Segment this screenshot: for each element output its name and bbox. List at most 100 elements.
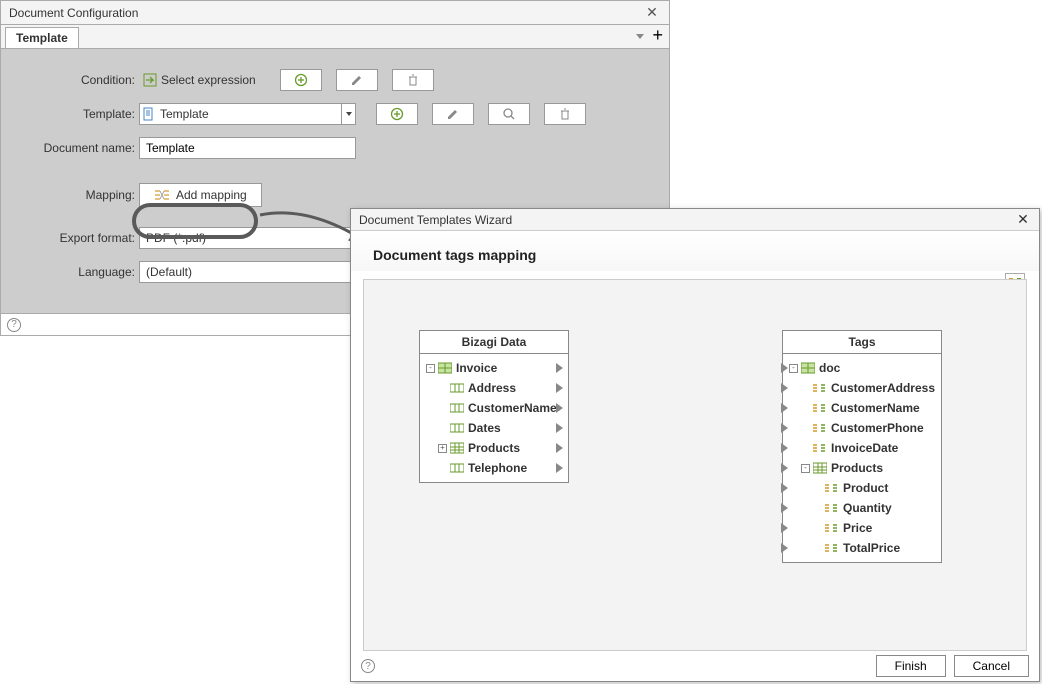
tree-node-telephone[interactable]: Telephone	[426, 458, 562, 478]
tags-panel: Tags - doc CustomerAddress CustomerName Cust…	[782, 330, 942, 563]
chevron-down-icon[interactable]	[341, 104, 355, 124]
expand-icon[interactable]: +	[438, 444, 447, 453]
close-icon[interactable]: ✕	[643, 4, 661, 21]
template-edit-button[interactable]	[432, 103, 474, 125]
connector-triangle-icon[interactable]	[556, 363, 563, 373]
connector-triangle-icon[interactable]	[556, 383, 563, 393]
bizagi-data-title: Bizagi Data	[420, 331, 568, 354]
tree-node-customerphone[interactable]: CustomerPhone	[789, 418, 935, 438]
tags-title: Tags	[783, 331, 941, 354]
tree-node-quantity[interactable]: Quantity	[789, 498, 935, 518]
tree-node-products[interactable]: -Products	[789, 458, 935, 478]
template-add-button[interactable]	[376, 103, 418, 125]
tree-node-label: Telephone	[468, 461, 527, 475]
tree-spacer	[438, 384, 447, 393]
trash-icon	[558, 107, 572, 121]
connector-triangle-icon[interactable]	[781, 543, 788, 553]
connector-triangle-icon[interactable]	[781, 483, 788, 493]
connector-triangle-icon[interactable]	[781, 383, 788, 393]
connector-triangle-icon[interactable]	[781, 503, 788, 513]
template-search-button[interactable]	[488, 103, 530, 125]
condition-add-button[interactable]	[280, 69, 322, 91]
tree-node-label: CustomerName	[831, 401, 920, 415]
select-expression-link[interactable]: Select expression	[139, 69, 260, 91]
field-icon	[450, 422, 464, 434]
collapse-icon[interactable]: -	[426, 364, 435, 373]
connector-triangle-icon[interactable]	[781, 403, 788, 413]
tree-node-address[interactable]: Address	[426, 378, 562, 398]
connector-triangle-icon[interactable]	[781, 523, 788, 533]
finish-button[interactable]: Finish	[876, 655, 946, 677]
tag-icon	[825, 542, 839, 554]
condition-edit-button[interactable]	[336, 69, 378, 91]
tree-node-invoice[interactable]: - Invoice	[426, 358, 562, 378]
tree-node-customername[interactable]: CustomerName	[789, 398, 935, 418]
tree-spacer	[813, 504, 822, 513]
plus-circle-icon	[294, 73, 308, 87]
tree-spacer	[813, 484, 822, 493]
label-export: Export format:	[9, 231, 139, 245]
tree-node-invoicedate[interactable]: InvoiceDate	[789, 438, 935, 458]
tree-spacer	[438, 424, 447, 433]
tree-spacer	[813, 524, 822, 533]
condition-delete-button[interactable]	[392, 69, 434, 91]
tab-menu-dropdown-icon[interactable]	[636, 34, 644, 39]
connector-triangle-icon[interactable]	[556, 403, 563, 413]
tree-node-products[interactable]: +Products	[426, 438, 562, 458]
tree-spacer	[813, 544, 822, 553]
collapse-icon[interactable]: -	[789, 364, 798, 373]
tree-spacer	[801, 404, 810, 413]
wizard-title: Document Templates Wizard	[359, 213, 512, 227]
tree-node-label: CustomerAddress	[831, 381, 935, 395]
doc-icon	[801, 362, 815, 374]
help-icon[interactable]: ?	[7, 318, 21, 332]
add-mapping-button[interactable]: Add mapping	[139, 183, 262, 207]
connector-triangle-icon[interactable]	[556, 463, 563, 473]
label-template: Template:	[9, 107, 139, 121]
template-delete-button[interactable]	[544, 103, 586, 125]
tree-node-doc[interactable]: - doc	[789, 358, 935, 378]
export-format-combo[interactable]: PDF (*.pdf)	[139, 227, 356, 249]
tree-node-label: InvoiceDate	[831, 441, 898, 455]
language-combo[interactable]: (Default)	[139, 261, 356, 283]
tree-node-product[interactable]: Product	[789, 478, 935, 498]
cancel-button[interactable]: Cancel	[954, 655, 1029, 677]
doc-icon	[438, 362, 452, 374]
connector-triangle-icon[interactable]	[781, 363, 788, 373]
plus-circle-icon	[390, 107, 404, 121]
label-condition: Condition:	[9, 73, 139, 87]
connector-triangle-icon[interactable]	[781, 423, 788, 433]
wizard-titlebar: Document Templates Wizard ✕	[351, 209, 1039, 231]
template-combo[interactable]: Template	[139, 103, 356, 125]
wizard-footer: ? Finish Cancel	[351, 651, 1039, 681]
bizagi-data-panel: Bizagi Data - Invoice Address CustomerName D…	[419, 330, 569, 483]
connector-triangle-icon[interactable]	[556, 423, 563, 433]
tree-node-label: CustomerName	[468, 401, 557, 415]
add-tab-icon[interactable]: +	[652, 28, 663, 42]
tree-node-customername[interactable]: CustomerName	[426, 398, 562, 418]
wizard-body: Bizagi Data - Invoice Address CustomerName D…	[363, 279, 1027, 651]
connector-triangle-icon[interactable]	[781, 443, 788, 453]
tags-tree[interactable]: - doc CustomerAddress CustomerName CustomerP…	[783, 354, 941, 562]
tree-node-dates[interactable]: Dates	[426, 418, 562, 438]
tree-node-totalprice[interactable]: TotalPrice	[789, 538, 935, 558]
tag-icon	[825, 502, 839, 514]
trash-icon	[406, 73, 420, 87]
wizard-heading: Document tags mapping	[373, 247, 1017, 263]
collapse-icon[interactable]: -	[801, 464, 810, 473]
connector-triangle-icon[interactable]	[781, 463, 788, 473]
tag-icon	[825, 522, 839, 534]
help-icon[interactable]: ?	[361, 659, 375, 673]
table-icon	[450, 442, 464, 454]
wizard-header: Document tags mapping	[351, 231, 1039, 271]
docname-input[interactable]	[139, 137, 356, 159]
tree-node-price[interactable]: Price	[789, 518, 935, 538]
tree-node-label: doc	[819, 361, 840, 375]
field-icon	[450, 402, 464, 414]
tree-node-customeraddress[interactable]: CustomerAddress	[789, 378, 935, 398]
close-icon[interactable]: ✕	[1015, 211, 1031, 228]
bizagi-data-tree[interactable]: - Invoice Address CustomerName Dates+Product…	[420, 354, 568, 482]
tab-template[interactable]: Template	[5, 27, 79, 48]
tree-node-label: Invoice	[456, 361, 497, 375]
connector-triangle-icon[interactable]	[556, 443, 563, 453]
